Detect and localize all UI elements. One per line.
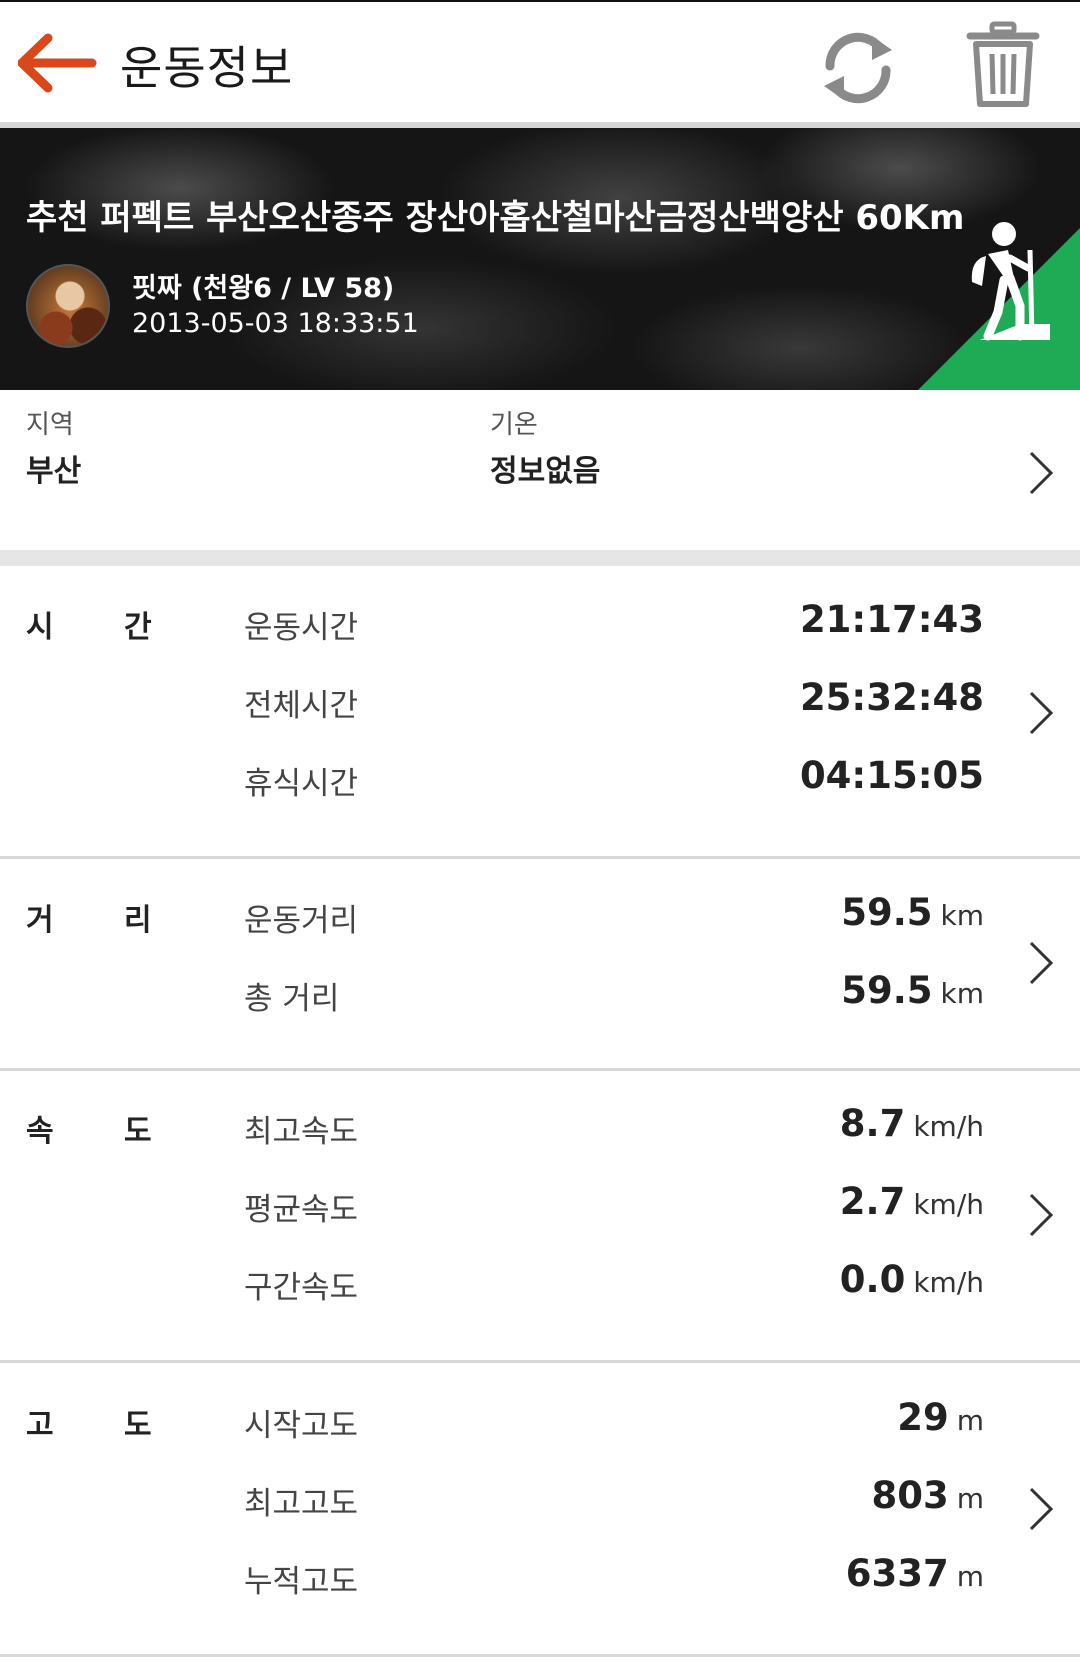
moving-time-value: 21:17:43 [799, 598, 984, 641]
max-speed-label: 최고속도 [244, 1114, 359, 1150]
moving-time-label: 운동시간 [244, 610, 359, 646]
total-distance-label: 총 거리 [244, 981, 340, 1017]
section-divider [0, 1360, 1080, 1363]
section-divider [0, 550, 1080, 566]
max-altitude-unit: m [956, 1482, 984, 1515]
moving-distance-value: 59.5 km [841, 891, 984, 934]
start-altitude-label: 시작고도 [244, 1408, 359, 1444]
activity-datetime: 2013-05-03 18:33:51 [132, 308, 419, 339]
segment-speed-unit: km/h [913, 1266, 984, 1299]
rest-time-label: 휴식시간 [244, 766, 359, 802]
cumulative-altitude-label: 누적고도 [244, 1564, 359, 1600]
max-speed-unit: km/h [913, 1110, 984, 1143]
chevron-right-icon[interactable] [1028, 1192, 1054, 1238]
total-distance-value: 59.5 km [841, 969, 984, 1012]
rest-time-value: 04:15:05 [799, 754, 984, 797]
back-button[interactable] [17, 32, 100, 94]
max-altitude-value: 803 m [871, 1474, 984, 1517]
chevron-right-icon[interactable] [1028, 690, 1054, 736]
course-title: 추천 퍼펙트 부산오산종주 장산아홉산철마산금정산백양산 60Km [26, 198, 965, 238]
refresh-icon [824, 32, 892, 104]
region-value: 부산 [26, 454, 82, 489]
user-name: 핏짜 (천왕6 / LV 58) [132, 273, 395, 304]
chevron-right-icon[interactable] [1028, 940, 1054, 986]
activity-banner: 추천 퍼펙트 부산오산종주 장산아홉산철마산금정산백양산 60Km 핏짜 (천왕… [0, 128, 1080, 390]
temperature-value: 정보없음 [490, 454, 601, 489]
total-distance-unit: km [940, 977, 985, 1010]
location-weather-row[interactable]: 지역 부산 기온 정보없음 [0, 390, 1080, 550]
speed-section-label-b: 도 [124, 1114, 152, 1149]
section-divider [0, 1654, 1080, 1657]
start-altitude-value: 29 m [897, 1396, 984, 1439]
moving-distance-unit: km [940, 899, 985, 932]
delete-button[interactable] [966, 20, 1040, 110]
avatar[interactable] [26, 264, 110, 348]
hiker-icon [971, 222, 1050, 341]
total-time-label: 전체시간 [244, 688, 359, 724]
segment-speed-label: 구간속도 [244, 1270, 359, 1306]
time-section-label-a: 시 [26, 610, 54, 645]
avg-speed-value: 2.7 km/h [839, 1180, 984, 1223]
trash-icon [966, 21, 1040, 107]
total-time-value: 25:32:48 [799, 676, 984, 719]
app-bar: 운동정보 [0, 0, 1080, 122]
region-label: 지역 [26, 410, 74, 440]
cumulative-altitude-unit: m [956, 1560, 984, 1593]
cumulative-altitude-value: 6337 m [845, 1552, 984, 1595]
chevron-right-icon[interactable] [1028, 1486, 1054, 1532]
time-section-label-b: 간 [124, 610, 152, 645]
section-divider [0, 856, 1080, 859]
segment-speed-value: 0.0 km/h [839, 1258, 984, 1301]
avg-speed-label: 평균속도 [244, 1192, 359, 1228]
refresh-button[interactable] [816, 28, 900, 108]
speed-section-label-a: 속 [26, 1114, 54, 1149]
max-speed-value: 8.7 km/h [839, 1102, 984, 1145]
page-title: 운동정보 [120, 41, 294, 95]
altitude-section-label-b: 도 [124, 1408, 152, 1443]
distance-section-label-b: 리 [124, 903, 152, 938]
altitude-section-label-a: 고 [26, 1408, 54, 1443]
max-altitude-label: 최고고도 [244, 1486, 359, 1522]
start-altitude-unit: m [956, 1404, 984, 1437]
section-divider [0, 1068, 1080, 1071]
arrow-left-icon [17, 33, 97, 93]
temperature-label: 기온 [490, 410, 538, 440]
chevron-right-icon[interactable] [1028, 450, 1054, 496]
distance-section-label-a: 거 [26, 903, 54, 938]
avg-speed-unit: km/h [913, 1188, 984, 1221]
moving-distance-label: 운동거리 [244, 903, 359, 939]
